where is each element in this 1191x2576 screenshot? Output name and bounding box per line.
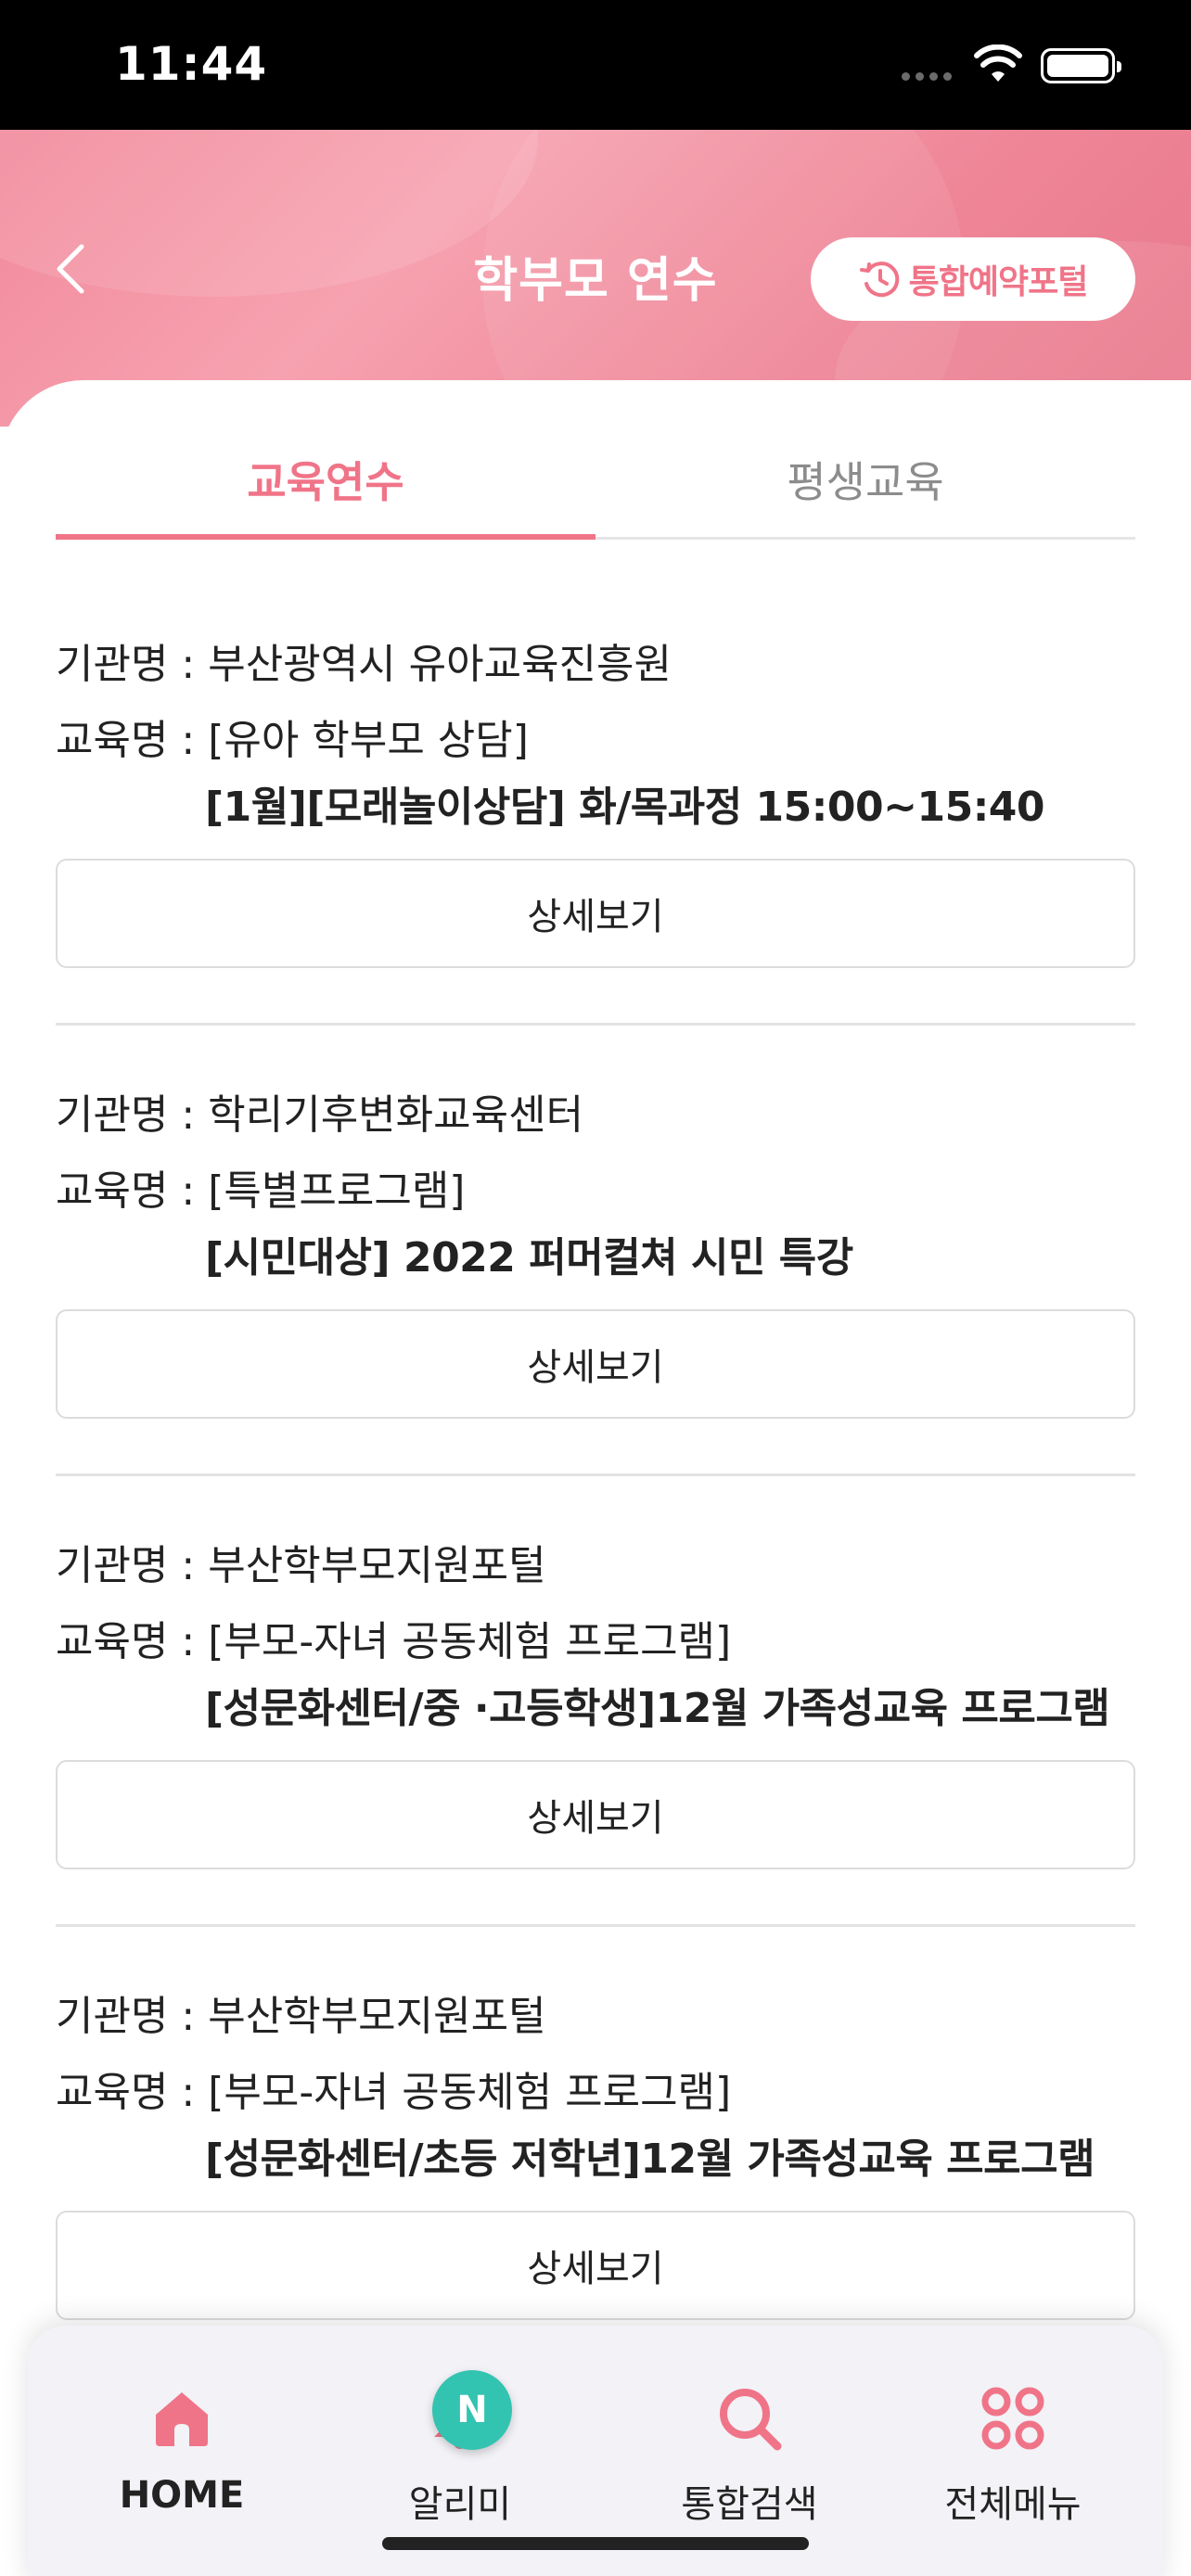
list-item: 기관명 : 부산학부모지원포털 교육명 : [부모-자녀 공동체험 프로그램] … bbox=[56, 1476, 1135, 1927]
tab-label: 교육연수 bbox=[247, 457, 404, 507]
nav-label: 통합검색 bbox=[681, 2483, 818, 2526]
course-category: [특별프로그램] bbox=[208, 1167, 466, 1215]
course-row: 교육명 : [특별프로그램] bbox=[56, 1157, 465, 1217]
institution-name: 학리기후변화교육센터 bbox=[208, 1091, 584, 1139]
institution-row: 기관명 : 부산학부모지원포털 bbox=[56, 1532, 546, 1591]
list-item: 기관명 : 부산광역시 유아교육진흥원 교육명 : [유아 학부모 상담] [1… bbox=[56, 575, 1135, 1026]
detail-button[interactable]: 상세보기 bbox=[56, 859, 1135, 968]
detail-button[interactable]: 상세보기 bbox=[56, 1760, 1135, 1869]
cellular-signal-icon bbox=[902, 67, 957, 84]
home-indicator bbox=[382, 2537, 809, 2550]
institution-name: 부산학부모지원포털 bbox=[208, 1993, 546, 2040]
institution-name: 부산학부모지원포털 bbox=[208, 1542, 546, 1589]
institution-label: 기관명 : bbox=[56, 1091, 209, 1139]
course-label: 교육명 : bbox=[56, 717, 209, 764]
institution-row: 기관명 : 학리기후변화교육센터 bbox=[56, 1081, 583, 1141]
status-bar: 11:44 bbox=[0, 0, 1191, 130]
active-tab-indicator bbox=[56, 534, 596, 540]
course-label: 교육명 : bbox=[56, 1618, 209, 1665]
nav-label: 알리미 bbox=[408, 2483, 512, 2526]
course-title: [시민대상] 2022 퍼머컬쳐 시민 특강 bbox=[205, 1234, 853, 1282]
tab-lifelong-education[interactable]: 평생교육 bbox=[596, 419, 1135, 540]
institution-row: 기관명 : 부산광역시 유아교육진흥원 bbox=[56, 631, 672, 690]
institution-name: 부산광역시 유아교육진흥원 bbox=[208, 641, 672, 688]
course-title: [성문화센터/중 ·고등학생]12월 가족성교육 프로그램 bbox=[205, 1685, 1110, 1732]
search-icon bbox=[720, 2389, 782, 2451]
institution-row: 기관명 : 부산학부모지원포털 bbox=[56, 1983, 546, 2042]
list-item: 기관명 : 부산학부모지원포털 교육명 : [부모-자녀 공동체험 프로그램] … bbox=[56, 1927, 1135, 2378]
tab-label: 평생교육 bbox=[787, 457, 944, 507]
course-row: 교육명 : [유아 학부모 상담] bbox=[56, 707, 529, 766]
nav-search[interactable]: 통합검색 bbox=[610, 2326, 889, 2548]
course-category: [유아 학부모 상담] bbox=[208, 717, 529, 764]
nav-all-menu[interactable]: 전체메뉴 bbox=[874, 2326, 1152, 2548]
institution-label: 기관명 : bbox=[56, 1542, 209, 1589]
screen: 11:44 학부모 연수 통합예약포털 교육연수 평생교육 기관명: 부산광역… bbox=[0, 0, 1191, 2576]
tab-bar: 교육연수 평생교육 bbox=[56, 419, 1135, 540]
list-item: 기관명 : 학리기후변화교육센터 교육명 : [특별프로그램] [시민대상] 2… bbox=[56, 1026, 1135, 1476]
wifi-icon bbox=[974, 45, 1022, 82]
course-title: [1월][모래놀이상담] 화/목과정 15:00~15:40 bbox=[205, 784, 1045, 831]
reservation-portal-button[interactable]: 통합예약포털 bbox=[811, 237, 1135, 321]
course-category: [부모-자녀 공동체험 프로그램] bbox=[208, 2069, 732, 2116]
detail-button[interactable]: 상세보기 bbox=[56, 1309, 1135, 1419]
course-title: [성문화센터/초등 저학년]12월 가족성교육 프로그램 bbox=[205, 2136, 1095, 2183]
course-list: 기관명 : 부산광역시 유아교육진흥원 교육명 : [유아 학부모 상담] [1… bbox=[56, 575, 1135, 2378]
tab-education-training[interactable]: 교육연수 bbox=[56, 419, 596, 540]
status-time: 11:44 bbox=[115, 37, 268, 91]
home-icon bbox=[156, 2392, 208, 2446]
course-row: 교육명 : [부모-자녀 공동체험 프로그램] bbox=[56, 2059, 731, 2118]
institution-label: 기관명 : bbox=[56, 641, 209, 688]
course-category: [부모-자녀 공동체험 프로그램] bbox=[208, 1618, 732, 1665]
grid-menu-icon bbox=[981, 2387, 1044, 2450]
content-sheet: 교육연수 평생교육 기관명 : 부산광역시 유아교육진흥원 교육명 : [유아 … bbox=[0, 380, 1191, 2576]
course-row: 교육명 : [부모-자녀 공동체험 프로그램] bbox=[56, 1608, 731, 1667]
institution-label: 기관명 : bbox=[56, 1993, 209, 2040]
history-clock-icon bbox=[859, 261, 899, 298]
nav-label: HOME bbox=[119, 2474, 245, 2517]
detail-button[interactable]: 상세보기 bbox=[56, 2211, 1135, 2320]
course-label: 교육명 : bbox=[56, 2069, 209, 2116]
battery-icon bbox=[1041, 48, 1121, 83]
nav-home[interactable]: HOME bbox=[43, 2326, 321, 2548]
portal-button-label: 통합예약포털 bbox=[908, 263, 1089, 301]
notification-badge: N bbox=[432, 2370, 512, 2450]
course-label: 교육명 : bbox=[56, 1167, 209, 1215]
nav-label: 전체메뉴 bbox=[944, 2483, 1082, 2526]
